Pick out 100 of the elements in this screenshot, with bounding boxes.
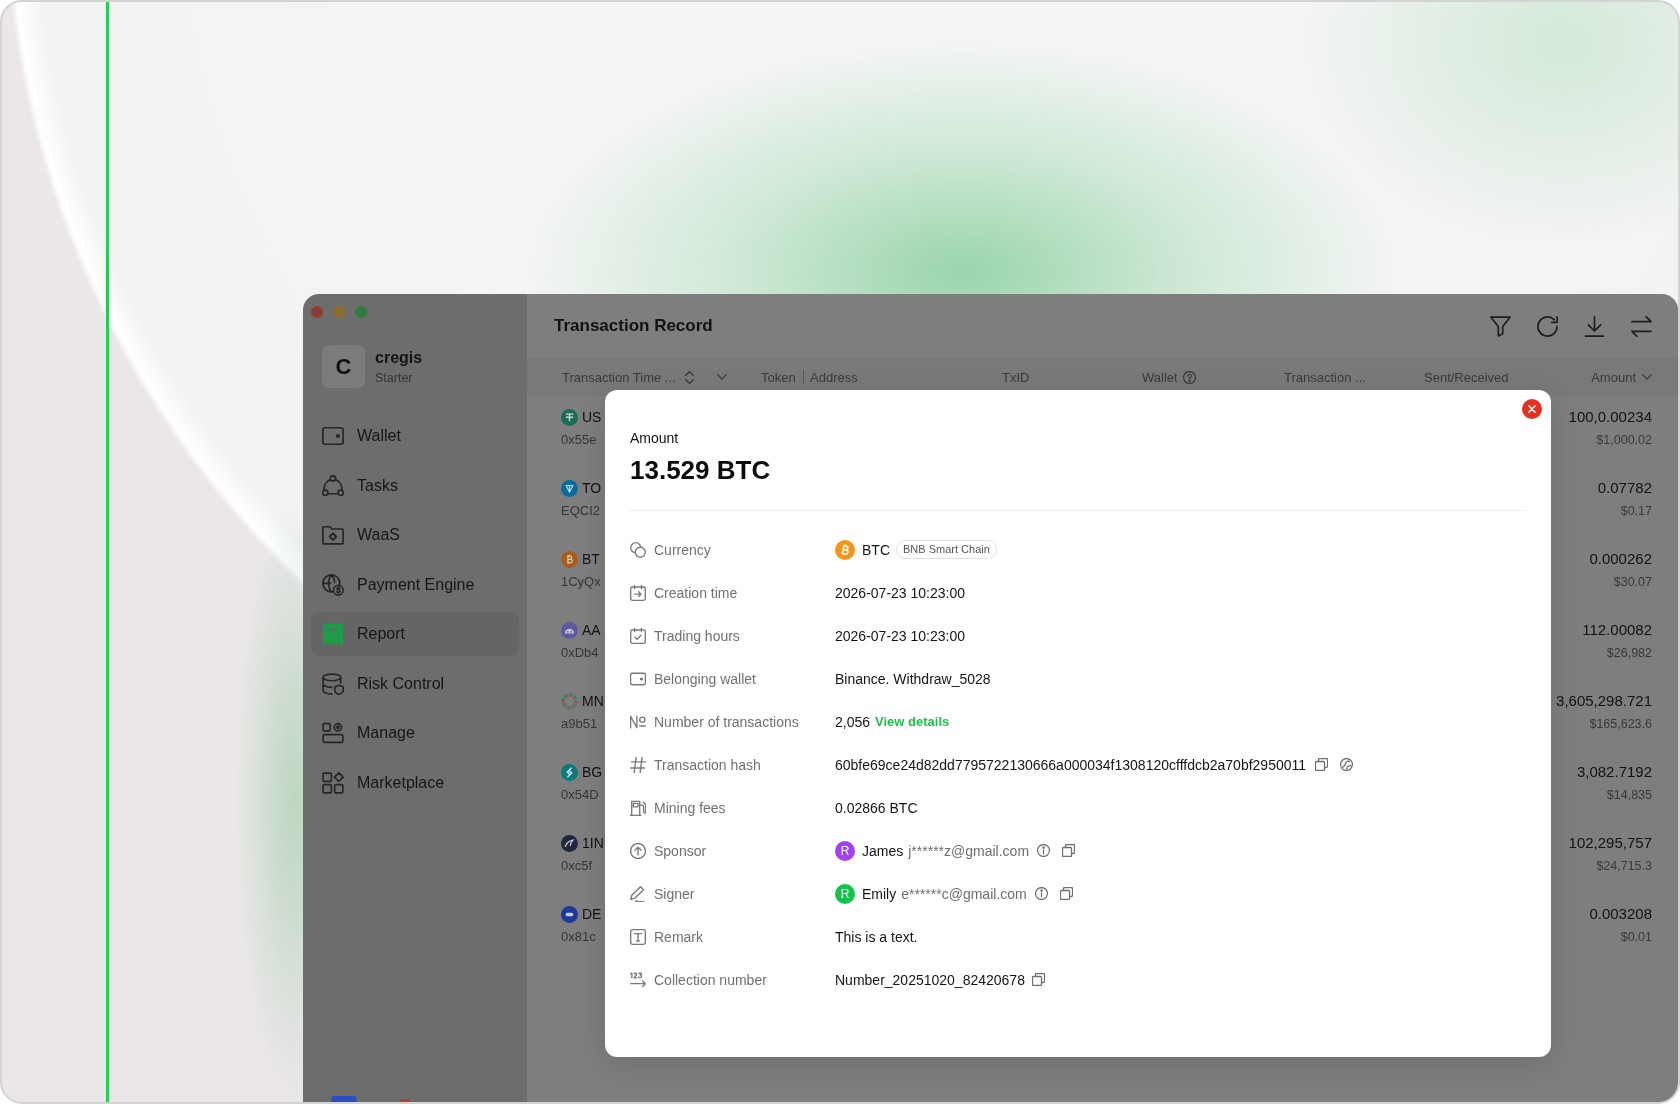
address-text: 0x81c <box>561 928 597 946</box>
field-label: Signer <box>654 885 695 902</box>
coin-icon <box>835 539 855 560</box>
sidebar-item[interactable]: Report <box>311 612 519 656</box>
token-icon <box>561 408 578 426</box>
info-icon <box>1037 844 1051 857</box>
numbers-arrow-icon <box>630 971 646 988</box>
field-value: 2026-07-23 10:23:00 <box>835 627 965 644</box>
grid-icon <box>322 771 344 794</box>
field-label: Trading hours <box>654 627 740 644</box>
amount-value: 13.529 BTC <box>630 454 772 487</box>
receipt-icon <box>322 623 344 645</box>
column-header: Transaction Time ... <box>562 369 676 385</box>
amount-usd: $165,623.6 <box>1589 716 1652 733</box>
token-symbol: US <box>582 409 602 425</box>
field-value: Number_20251020_82420678 <box>835 971 1025 988</box>
field-value: 60bfe69ce24d82dd7795722130666a000034f1308120cfffdcb2a70bf2950011 <box>835 756 1307 773</box>
calendar-check-icon <box>630 627 646 644</box>
wallet-icon <box>322 425 344 447</box>
sort-icon[interactable] <box>684 370 694 384</box>
amount-value: 100,0.00234 <box>1568 407 1652 427</box>
coins-icon <box>630 541 646 558</box>
amount-value: 3,605,298.721 <box>1556 691 1652 711</box>
close-button[interactable] <box>1522 399 1542 419</box>
copy-icon[interactable] <box>1315 758 1329 771</box>
amount-value: 0.000262 <box>1589 549 1652 569</box>
database-shield-icon <box>322 672 344 695</box>
help-icon <box>1182 370 1196 384</box>
field-label: Collection number <box>654 971 767 988</box>
token-symbol: AA <box>582 622 601 638</box>
globe-icon[interactable] <box>1340 758 1354 771</box>
token-icon <box>561 834 578 852</box>
user-avatar: R <box>835 840 855 861</box>
copy-icon[interactable] <box>1062 844 1076 857</box>
field-label: Currency <box>654 541 711 558</box>
details-link[interactable]: View details <box>875 714 950 729</box>
close-icon <box>1528 405 1536 413</box>
token-icon <box>561 763 578 781</box>
address-text: 0xDb4 <box>561 644 600 662</box>
address-text: 1CyQx <box>561 573 601 591</box>
email-text: j******z@gmail.com <box>908 842 1030 859</box>
wallet-icon <box>630 670 646 687</box>
field-value: Binance. Withdraw_5028 <box>835 670 991 687</box>
person-name: James <box>862 842 904 859</box>
address-text: EQCI2 <box>561 502 601 520</box>
address-text: 0x55e <box>561 431 598 449</box>
amount-usd: $0.01 <box>1620 929 1652 946</box>
column-header: Amount <box>1591 369 1636 385</box>
amount-usd: $14,835 <box>1606 787 1652 804</box>
chain-tag: BNB Smart Chain <box>896 540 997 559</box>
field-label: Creation time <box>654 584 738 601</box>
amount-value: 0.07782 <box>1597 478 1652 498</box>
copy-icon[interactable] <box>1031 973 1045 986</box>
chevron-down-icon[interactable] <box>1642 374 1652 380</box>
field-label: Sponsor <box>654 842 707 859</box>
page-title: Transaction Record <box>554 316 713 336</box>
sidebar-item[interactable]: Risk Control <box>311 661 519 706</box>
fuel-pump-icon <box>630 799 646 816</box>
column-header: Sent/Received <box>1424 369 1509 385</box>
token-symbol: TO <box>582 480 602 496</box>
token-icon <box>561 692 578 710</box>
field-label: Belonging wallet <box>654 670 756 687</box>
sidebar-item[interactable]: Tasks <box>311 463 519 508</box>
chevron-down-icon[interactable] <box>716 374 727 380</box>
sidebar-item[interactable]: Payment Engine <box>311 562 519 607</box>
folder-gear-icon <box>322 524 344 546</box>
hash-icon <box>630 756 646 773</box>
amount-label: Amount <box>630 429 680 448</box>
sidebar-item[interactable]: Manage <box>311 711 519 755</box>
field-value: 2026-07-23 10:23:00 <box>835 584 965 601</box>
token-symbol: BG <box>582 764 603 780</box>
address-text: 0xc5f <box>561 857 594 875</box>
field-label: Number of transactions <box>654 713 799 730</box>
swap-icon <box>1630 315 1652 337</box>
workspace-avatar: C <box>322 345 365 388</box>
sidebar-item[interactable]: Marketplace <box>311 760 519 805</box>
download-icon <box>1583 315 1605 337</box>
token-icon <box>561 621 578 639</box>
token-icon <box>561 550 578 568</box>
text-box-icon <box>630 928 646 945</box>
sidebar-item[interactable]: WaaS <box>311 513 519 557</box>
globe-coin-icon <box>322 573 344 596</box>
token-icon <box>561 479 578 497</box>
column-header: Transaction ... <box>1284 369 1366 385</box>
copy-icon[interactable] <box>1059 887 1073 900</box>
column-header: Address <box>810 369 858 385</box>
gear-panel-icon <box>322 722 344 744</box>
number-sign-icon <box>630 713 646 730</box>
amount-value: 112.00082 <box>1582 620 1652 640</box>
field-value: This is a text. <box>835 928 918 945</box>
field-value: 2,056 <box>835 713 871 730</box>
amount-usd: $0.17 <box>1620 503 1652 520</box>
field-label: Mining fees <box>654 799 726 816</box>
field-label: Remark <box>654 928 703 945</box>
sidebar-item[interactable]: Wallet <box>311 414 519 458</box>
signature-icon <box>630 885 646 902</box>
email-text: e******c@gmail.com <box>901 885 1027 902</box>
info-icon <box>1034 887 1048 900</box>
field-value: 0.02866 BTC <box>835 799 918 816</box>
person-name: Emily <box>862 885 897 902</box>
